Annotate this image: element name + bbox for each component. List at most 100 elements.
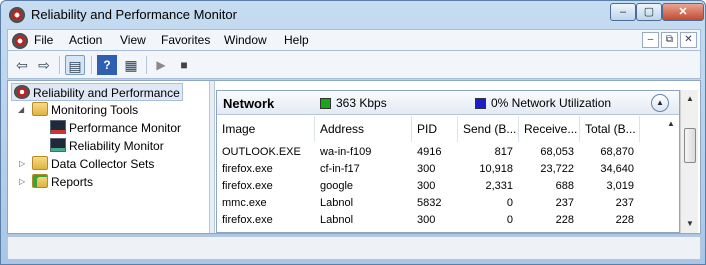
menu-file[interactable]: File [34,33,53,47]
scroll-up-icon[interactable]: ▲ [667,119,675,128]
tree-item-reports[interactable]: Reports [32,173,93,191]
pane-splitter[interactable] [209,81,215,233]
utilization-value: 0% Network Utilization [491,96,612,110]
tree-item-root[interactable]: Reliability and Performance [11,83,183,101]
menu-view[interactable]: View [120,33,146,47]
expand-arrow-icon[interactable]: ▷ [19,159,25,168]
inner-scrollbar[interactable]: ▲ [663,117,679,233]
toolbar-separator [59,56,60,74]
cell-pid: 300 [417,214,436,226]
collapse-arrow-icon[interactable]: ◢ [18,105,24,114]
cell-address: wa-in-f109 [320,146,372,158]
folder-icon [32,156,48,170]
cell-receive: 228 [555,214,574,226]
cell-image: firefox.exe [222,180,273,192]
scroll-up-icon[interactable]: ▲ [681,92,699,106]
cell-image: firefox.exe [222,214,273,226]
tree-item-label: Performance Monitor [69,121,182,135]
column-header-receive[interactable]: Receive... [519,116,580,142]
cell-send: 2,331 [485,180,513,192]
cell-total: 228 [615,214,634,226]
network-panel: Network 363 Kbps 0% Network Utilization … [216,90,680,233]
cell-address: google [320,180,354,192]
bandwidth-value: 363 Kbps [336,96,387,110]
cell-total: 237 [615,197,634,209]
column-header-send[interactable]: Send (B... [458,116,519,142]
performance-monitor-icon [50,120,66,134]
cell-pid: 300 [417,180,436,192]
tree-item-performance-monitor[interactable]: Performance Monitor [50,119,181,137]
utilization-legend-swatch [475,98,486,109]
cell-total: 68,870 [600,146,634,158]
cell-receive: 688 [555,180,574,192]
title-bar[interactable]: Reliability and Performance Monitor – ▢ … [1,1,705,29]
bandwidth-legend-swatch [320,98,331,109]
app-window: Reliability and Performance Monitor – ▢ … [0,0,706,265]
reliability-chart-icon [50,138,66,152]
cell-address: Labnol [320,197,354,209]
cell-total: 3,019 [606,180,634,192]
show-hide-tree-icon[interactable]: ▤ [65,55,85,75]
tree-item-label: Reliability Monitor [69,139,164,153]
tree-item-reliability-monitor[interactable]: Reliability Monitor [50,137,164,155]
child-minimize-button[interactable]: – [642,32,659,48]
column-header-pid[interactable]: PID [412,116,458,142]
cell-address: Labnol [320,214,354,226]
tree-item-label: Monitoring Tools [51,103,139,117]
play-icon[interactable]: ▶ [151,55,171,75]
cell-receive: 23,722 [540,163,574,175]
cell-send: 0 [506,197,513,209]
help-icon[interactable]: ? [97,55,117,75]
main-content: Reliability and Performance ◢ Monitoring… [7,80,701,234]
menu-action[interactable]: Action [69,33,102,47]
tree-item-data-collector-sets[interactable]: Data Collector Sets [32,155,154,173]
column-header-image[interactable]: Image [217,116,315,142]
menu-favorites[interactable]: Favorites [161,33,210,47]
toolbar-separator [146,56,147,74]
reliability-monitor-icon [9,7,25,23]
folder-icon [32,102,48,116]
toolbar-separator [91,56,92,74]
cell-receive: 237 [555,197,574,209]
cell-image: mmc.exe [222,197,267,209]
reliability-monitor-icon [14,85,30,99]
menu-window[interactable]: Window [224,33,267,47]
expand-arrow-icon[interactable]: ▷ [19,177,25,186]
tree-item-monitoring-tools[interactable]: Monitoring Tools [32,101,138,119]
cell-receive: 68,053 [540,146,574,158]
tree-item-label: Reports [51,175,94,189]
window-title: Reliability and Performance Monitor [31,7,237,22]
properties-icon[interactable]: ▦ [121,55,141,75]
reports-folder-icon [32,174,48,188]
tree-item-label: Reliability and Performance [33,86,180,100]
column-header-address[interactable]: Address [315,116,412,142]
cell-image: OUTLOOK.EXE [222,146,301,158]
close-button[interactable]: ✕ [662,3,704,21]
status-bar [7,236,701,260]
collapse-section-button[interactable]: ▲ [651,94,669,112]
child-restore-button[interactable]: ⧉ [661,32,678,48]
cell-address: cf-in-f17 [320,163,360,175]
panel-title: Network [223,96,275,111]
network-panel-header[interactable]: Network 363 Kbps 0% Network Utilization … [217,91,679,115]
navigation-tree: Reliability and Performance ◢ Monitoring… [8,81,208,233]
tree-item-label: Data Collector Sets [51,157,155,171]
column-header-total[interactable]: Total (B... [580,116,640,142]
maximize-button[interactable]: ▢ [636,3,662,21]
system-menu-icon[interactable] [12,33,28,49]
cell-pid: 300 [417,163,436,175]
vertical-scrollbar[interactable]: ▲ ▼ [680,90,698,233]
back-arrow-icon[interactable]: ⇦ [12,55,32,75]
cell-pid: 4916 [417,146,442,158]
cell-image: firefox.exe [222,163,273,175]
scroll-thumb[interactable] [684,128,696,163]
menu-bar: File Action View Favorites Window Help –… [7,29,701,51]
child-close-button[interactable]: ✕ [680,32,697,48]
toolbar: ⇦ ⇨ ▤ ? ▦ ▶ ■ [7,51,701,79]
scroll-down-icon[interactable]: ▼ [681,217,699,231]
menu-help[interactable]: Help [284,33,309,47]
cell-send: 0 [506,214,513,226]
forward-arrow-icon[interactable]: ⇨ [34,55,54,75]
stop-icon[interactable]: ■ [174,55,194,75]
minimize-button[interactable]: – [610,3,636,21]
